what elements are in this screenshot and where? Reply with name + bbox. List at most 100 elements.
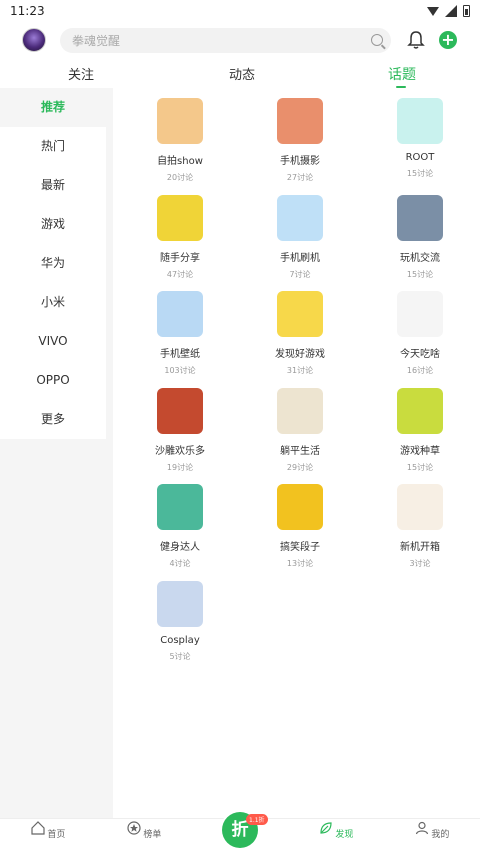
topic-item[interactable]: 搞笑段子 13讨论 <box>250 484 350 569</box>
topic-name: 发现好游戏 <box>275 349 325 360</box>
nav-home[interactable]: 首页 <box>18 821 78 840</box>
sidebar-item-more[interactable]: 更多 <box>0 400 106 439</box>
topic-name: 玩机交流 <box>400 252 440 264</box>
topic-count: 20讨论 <box>166 173 194 182</box>
topic-count: 13讨论 <box>286 559 314 568</box>
nav-discover-label: 发现 <box>335 830 354 840</box>
handheld-game-icon <box>397 194 443 241</box>
topic-name: 躺平生活 <box>280 445 320 457</box>
topic-name: 健身达人 <box>160 542 200 553</box>
bell-icon[interactable] <box>407 30 425 50</box>
sidebar-item-oppo[interactable]: OPPO <box>0 361 106 400</box>
sidebar-item-hot[interactable]: 热门 <box>0 127 106 166</box>
cosplay-icon <box>157 580 203 627</box>
topic-count: 16讨论 <box>406 366 434 375</box>
game-recommend-icon <box>397 387 443 434</box>
sidebar-item-recommend[interactable]: 推荐 <box>0 88 106 127</box>
jokes-icon <box>277 484 323 530</box>
tab-feed[interactable]: 动态 <box>229 64 255 83</box>
topic-item[interactable]: Cosplay 5讨论 <box>130 580 230 662</box>
topic-count: 5讨论 <box>169 651 191 661</box>
nav-discover[interactable]: 发现 <box>306 821 366 840</box>
search-icon <box>371 34 383 46</box>
nav-mine[interactable]: 我的 <box>402 821 462 840</box>
topic-count: 7讨论 <box>289 269 311 279</box>
nav-mine-label: 我的 <box>431 830 450 840</box>
topic-name: 手机壁纸 <box>160 349 200 360</box>
topic-name: 手机刷机 <box>280 252 320 264</box>
topic-count: 103讨论 <box>164 366 196 375</box>
status-time: 11:23 <box>10 4 45 18</box>
funny-cartoon-icon <box>157 387 203 434</box>
topic-item[interactable]: 自拍show 20讨论 <box>130 98 230 183</box>
sidebar-item-vivo[interactable]: VIVO <box>0 322 106 361</box>
sidebar-item-xiaomi[interactable]: 小米 <box>0 283 106 322</box>
topic-name: 今天吃啥 <box>400 349 440 360</box>
topic-item[interactable]: 沙雕欢乐多 19讨论 <box>130 387 230 473</box>
topic-name: 手机摄影 <box>280 156 320 167</box>
top-tabs: 关注 动态 话题 <box>0 58 480 88</box>
nav-ranking[interactable]: 榜单 <box>114 821 174 840</box>
tab-follow[interactable]: 关注 <box>68 64 94 83</box>
topic-name: 新机开箱 <box>400 542 440 553</box>
topic-name: 游戏种草 <box>400 445 440 457</box>
topic-name: 沙雕欢乐多 <box>155 445 205 457</box>
topic-item[interactable]: 躺平生活 29讨论 <box>250 387 350 473</box>
tab-active-indicator <box>396 86 406 88</box>
phone-flash-icon <box>277 194 323 241</box>
topic-item[interactable]: 随手分享 47讨论 <box>130 194 230 280</box>
signal-icon <box>445 5 457 17</box>
home-icon <box>30 821 45 835</box>
topic-item[interactable]: 手机刷机 7讨论 <box>250 194 350 280</box>
topic-count: 15讨论 <box>406 462 434 472</box>
topic-count: 47讨论 <box>166 269 194 279</box>
topic-item[interactable]: 手机壁纸 103讨论 <box>130 291 230 376</box>
nav-home-label: 首页 <box>47 830 66 840</box>
topic-count: 31讨论 <box>286 366 314 375</box>
eating-icon <box>397 291 443 337</box>
sidebar-item-latest[interactable]: 最新 <box>0 166 106 205</box>
topic-item[interactable]: 健身达人 4讨论 <box>130 484 230 569</box>
tab-topics[interactable]: 话题 <box>388 64 416 84</box>
topic-count: 19讨论 <box>166 462 194 472</box>
fitness-icon <box>157 484 203 530</box>
leaf-icon <box>319 822 332 834</box>
wallpaper-icon <box>157 291 203 337</box>
header: 拳魂觉醒 + <box>0 22 480 58</box>
category-sidebar: 推荐 热门 最新 游戏 华为 小米 VIVO OPPO 更多 <box>0 88 106 439</box>
topic-count: 29讨论 <box>286 462 314 472</box>
topic-name: 随手分享 <box>160 252 200 264</box>
status-icons <box>427 5 470 17</box>
topic-item[interactable]: 玩机交流 15讨论 <box>370 194 470 280</box>
discount-badge: 1.1折 <box>246 814 268 825</box>
topic-item[interactable]: ROOT 15讨论 <box>370 98 470 179</box>
topic-name: Cosplay <box>160 634 200 646</box>
topic-item[interactable]: 发现好游戏 31讨论 <box>250 291 350 376</box>
search-input[interactable]: 拳魂觉醒 <box>60 27 391 53</box>
status-bar: 11:23 <box>0 0 480 22</box>
sidebar-item-huawei[interactable]: 华为 <box>0 244 106 283</box>
wifi-icon <box>427 6 439 16</box>
discover-game-icon <box>277 291 323 337</box>
add-button[interactable]: + <box>439 31 457 49</box>
unboxing-icon <box>397 484 443 530</box>
topic-item[interactable]: 手机摄影 27讨论 <box>250 98 350 183</box>
topic-count: 4讨论 <box>169 559 191 568</box>
topic-name: 自拍show <box>157 156 203 167</box>
topic-item[interactable]: 今天吃啥 16讨论 <box>370 291 470 376</box>
user-avatar[interactable] <box>22 28 46 52</box>
topic-count: 15讨论 <box>406 169 434 178</box>
battery-icon <box>463 5 470 17</box>
nav-ranking-label: 榜单 <box>143 830 162 840</box>
topic-count: 15讨论 <box>406 269 434 279</box>
photo-girl-icon <box>277 98 323 144</box>
topic-item[interactable]: 新机开箱 3讨论 <box>370 484 470 569</box>
topic-item[interactable]: 游戏种草 15讨论 <box>370 387 470 473</box>
search-placeholder: 拳魂觉醒 <box>72 33 121 48</box>
topic-name: ROOT <box>405 152 435 163</box>
sidebar-item-games[interactable]: 游戏 <box>0 205 106 244</box>
lying-flat-icon <box>277 387 323 434</box>
topic-name: 搞笑段子 <box>280 542 320 553</box>
person-icon <box>415 821 428 835</box>
android-robot-icon <box>397 98 443 144</box>
